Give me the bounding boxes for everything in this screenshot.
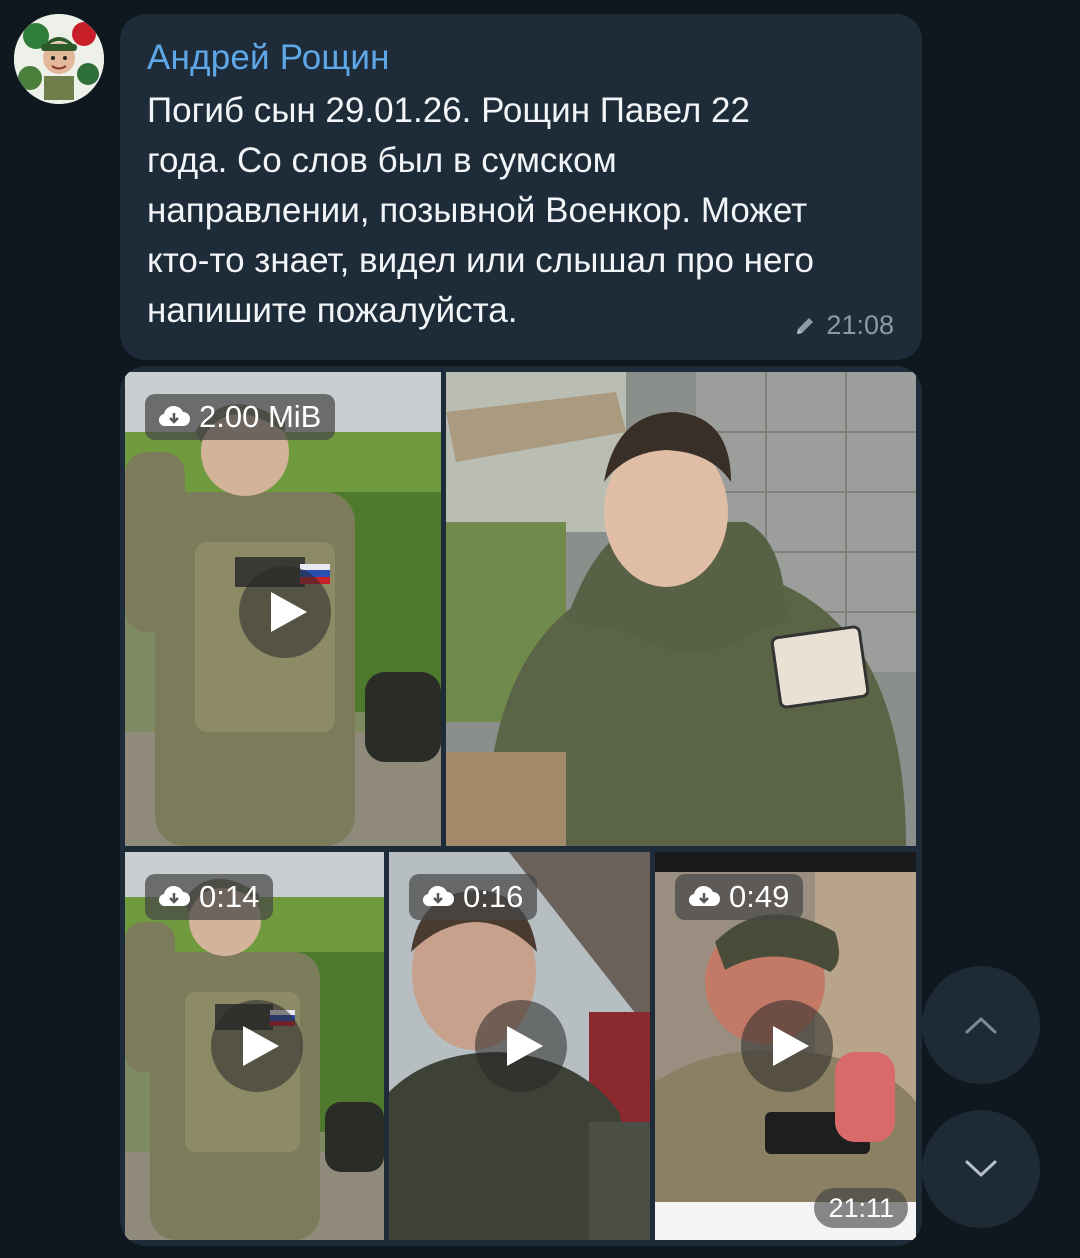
video-tile-1[interactable]: 2.00 MiB: [125, 372, 441, 846]
play-button[interactable]: [211, 1000, 303, 1092]
download-icon: [688, 885, 720, 907]
play-button[interactable]: [239, 566, 331, 658]
play-button[interactable]: [475, 1000, 567, 1092]
message-meta: 21:08: [794, 310, 894, 341]
download-icon: [422, 885, 454, 907]
photo-image: [446, 372, 916, 846]
message-bubble[interactable]: Андрей Рощин Погиб сын 29.01.26. Рощин П…: [120, 14, 922, 360]
avatar-image: [14, 14, 104, 104]
video-duration: 0:49: [729, 879, 790, 914]
download-badge[interactable]: 2.00 MiB: [145, 394, 336, 440]
sender-name[interactable]: Андрей Рощин: [147, 38, 390, 78]
chevron-up-icon: [965, 1017, 997, 1034]
download-badge[interactable]: 0:16: [409, 874, 538, 920]
message-time: 21:08: [826, 310, 894, 340]
download-icon: [158, 405, 190, 427]
download-icon: [158, 885, 190, 907]
play-icon: [507, 1026, 543, 1066]
play-icon: [773, 1026, 809, 1066]
video-tile-3[interactable]: 0:16: [389, 852, 650, 1240]
file-size-label: 2.00 MiB: [199, 399, 322, 434]
video-tile-2[interactable]: 0:14: [125, 852, 384, 1240]
chevron-down-icon: [965, 1160, 997, 1177]
pencil-icon: [797, 317, 814, 334]
sender-avatar[interactable]: [14, 14, 104, 104]
download-badge[interactable]: 0:14: [145, 874, 274, 920]
play-icon: [243, 1026, 279, 1066]
photo-tile[interactable]: [446, 372, 916, 846]
video-duration: 0:14: [199, 879, 260, 914]
scroll-down-button[interactable]: [922, 1110, 1040, 1228]
play-button[interactable]: [741, 1000, 833, 1092]
message-text: Погиб сын 29.01.26. Рощин Павел 22 года.…: [147, 91, 814, 330]
video-duration: 0:16: [463, 879, 524, 914]
download-badge[interactable]: 0:49: [675, 874, 804, 920]
scroll-up-button[interactable]: [922, 966, 1040, 1084]
media-album: 2.00 MiB 0:14 0:16 0:49 21:11: [120, 366, 922, 1246]
video-tile-4[interactable]: 0:49 21:11: [655, 852, 916, 1240]
album-time: 21:11: [814, 1188, 908, 1228]
play-icon: [271, 592, 307, 632]
chat-view: Андрей Рощин Погиб сын 29.01.26. Рощин П…: [0, 0, 1080, 1258]
